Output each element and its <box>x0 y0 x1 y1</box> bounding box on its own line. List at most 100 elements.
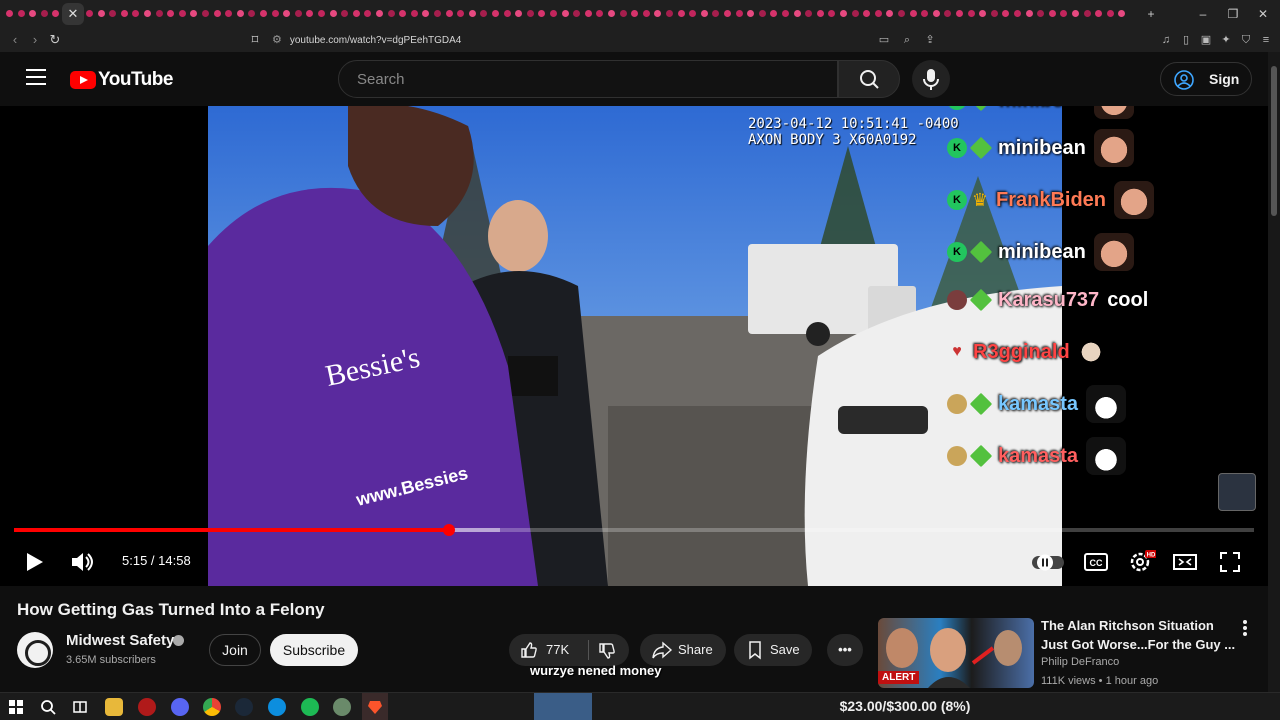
theater-mode-button[interactable] <box>1169 546 1201 578</box>
browser-tab[interactable] <box>606 6 617 22</box>
more-vert-icon[interactable] <box>1236 618 1254 638</box>
browser-tab[interactable] <box>687 6 698 22</box>
browser-tab[interactable] <box>142 6 153 22</box>
browser-tab[interactable] <box>293 6 304 22</box>
like-icon[interactable] <box>519 640 539 660</box>
browser-tab[interactable] <box>177 6 188 22</box>
browser-tab[interactable] <box>27 6 38 22</box>
browser-tab[interactable] <box>386 6 397 22</box>
browser-tab[interactable] <box>1093 6 1104 22</box>
browser-tab[interactable] <box>513 6 524 22</box>
discord-icon[interactable] <box>171 698 189 716</box>
shield-icon[interactable]: ⛉ <box>1238 31 1254 49</box>
browser-tab[interactable] <box>1070 6 1081 22</box>
browser-tab[interactable] <box>351 6 362 22</box>
site-info-icon[interactable]: ⚙ <box>272 34 282 46</box>
browser-tab[interactable] <box>536 6 547 22</box>
browser-tab[interactable] <box>84 6 95 22</box>
recommended-channel[interactable]: Philip DeFranco <box>1041 656 1119 668</box>
play-button[interactable] <box>18 546 50 578</box>
browser-tab[interactable] <box>942 6 953 22</box>
browser-tab[interactable] <box>444 6 455 22</box>
youtube-logo[interactable]: YouTube <box>70 69 173 91</box>
browser-tab[interactable] <box>130 6 141 22</box>
menu-icon[interactable]: ≡ <box>1258 31 1274 49</box>
browser-tab[interactable] <box>966 6 977 22</box>
recommended-title[interactable]: The Alan Ritchson Situation Just Got Wor… <box>1041 616 1236 654</box>
browser-tab[interactable] <box>792 6 803 22</box>
browser-tab[interactable] <box>502 6 513 22</box>
browser-tab[interactable] <box>826 6 837 22</box>
subtitles-button[interactable]: CC <box>1080 546 1112 578</box>
steam-icon[interactable] <box>235 698 253 716</box>
browser-tab[interactable] <box>96 6 107 22</box>
mute-button[interactable] <box>66 546 98 578</box>
browser-tab[interactable] <box>188 6 199 22</box>
recommended-thumbnail[interactable]: ALERT <box>878 618 1034 688</box>
browser-tab[interactable] <box>850 6 861 22</box>
dislike-icon[interactable] <box>597 641 617 661</box>
browser-tab[interactable] <box>548 6 559 22</box>
browser-tab[interactable] <box>107 6 118 22</box>
browser-tab[interactable] <box>4 6 15 22</box>
browser-tab[interactable] <box>1058 6 1069 22</box>
browser-tab[interactable] <box>664 6 675 22</box>
browser-tab[interactable] <box>780 6 791 22</box>
browser-tab[interactable] <box>212 6 223 22</box>
browser-tab[interactable] <box>339 6 350 22</box>
browser-tab[interactable] <box>409 6 420 22</box>
windows-start-icon[interactable] <box>7 698 25 716</box>
sign-in-button[interactable]: Sign in <box>1160 62 1252 119</box>
share-page-icon[interactable]: ⇪ <box>922 31 938 49</box>
autoplay-toggle[interactable] <box>1030 546 1064 578</box>
browser-tab[interactable] <box>629 6 640 22</box>
hamburger-menu-icon[interactable] <box>26 69 46 85</box>
browser-tab[interactable] <box>200 6 211 22</box>
browser-tab[interactable] <box>455 6 466 22</box>
progress-bar[interactable] <box>14 524 1254 536</box>
search-button[interactable] <box>838 60 900 98</box>
browser-tab[interactable] <box>571 6 582 22</box>
browser-tab[interactable] <box>1047 6 1058 22</box>
browser-tab[interactable] <box>919 6 930 22</box>
channel-name[interactable]: Midwest Safety <box>66 632 174 649</box>
browser-tab[interactable] <box>803 6 814 22</box>
obs-icon[interactable] <box>138 698 156 716</box>
browser-tab[interactable] <box>861 6 872 22</box>
more-actions-button[interactable]: ••• <box>827 634 863 666</box>
url-field[interactable]: ⚙ youtube.com/watch?v=dgPEehTGDA4 <box>272 31 972 49</box>
file-explorer-icon[interactable] <box>105 698 123 716</box>
browser-tab[interactable] <box>699 6 710 22</box>
chrome-icon[interactable] <box>203 698 221 716</box>
browser-tab[interactable] <box>1024 6 1035 22</box>
active-tab-close-button[interactable]: ✕ <box>62 3 84 25</box>
browser-tab[interactable] <box>16 6 27 22</box>
forward-icon[interactable]: › <box>26 31 44 49</box>
browser-tab[interactable] <box>1116 6 1127 22</box>
browser-tab[interactable] <box>154 6 165 22</box>
browser-tab[interactable] <box>722 6 733 22</box>
browser-tab[interactable] <box>39 6 50 22</box>
browser-tab[interactable] <box>525 6 536 22</box>
save-button[interactable]: Save <box>734 634 812 666</box>
browser-tab[interactable] <box>931 6 942 22</box>
browser-tab[interactable] <box>119 6 130 22</box>
browser-tab[interactable] <box>583 6 594 22</box>
browser-tab[interactable] <box>1082 6 1093 22</box>
video-player[interactable]: Bessie's www.Bessies 2023-04-12 10:51:41… <box>0 106 1268 586</box>
browser-tab[interactable] <box>304 6 315 22</box>
join-button[interactable]: Join <box>209 634 261 666</box>
browser-tab[interactable] <box>374 6 385 22</box>
reload-icon[interactable]: ↻ <box>46 31 64 49</box>
browser-tab[interactable] <box>873 6 884 22</box>
close-window-icon[interactable]: ✕ <box>1252 5 1274 23</box>
browser-tab[interactable] <box>281 6 292 22</box>
browser-tab[interactable] <box>594 6 605 22</box>
taskbar-search-icon[interactable] <box>39 698 57 716</box>
taskbar-active-window[interactable] <box>534 693 592 720</box>
screen-icon[interactable]: ▭ <box>876 31 892 49</box>
browser-tab[interactable] <box>734 6 745 22</box>
browser-tab[interactable] <box>884 6 895 22</box>
bookmark-icon[interactable]: ⌑ <box>246 31 264 49</box>
browser-tab[interactable] <box>1000 6 1011 22</box>
